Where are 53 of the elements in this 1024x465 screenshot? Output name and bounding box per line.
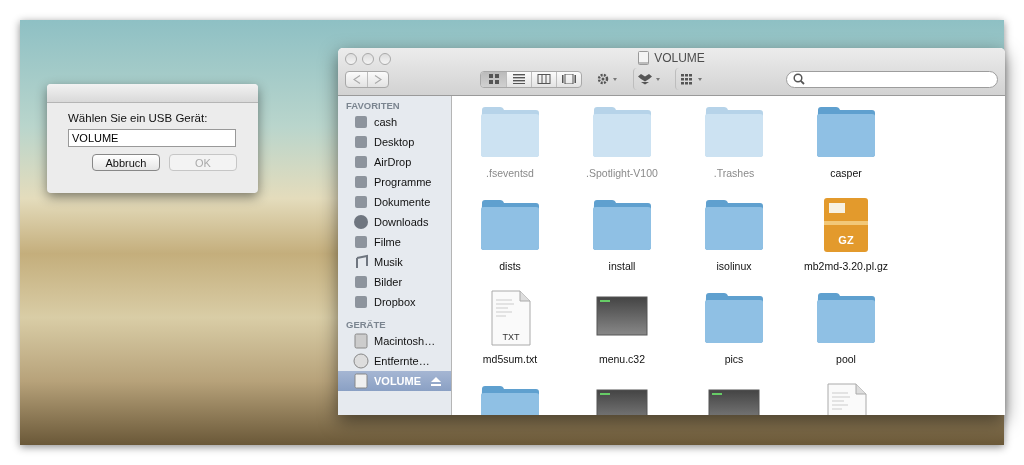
drive-icon	[353, 373, 369, 389]
eject-icon[interactable]	[431, 376, 442, 386]
drive-icon	[638, 51, 650, 65]
file-name: dists	[499, 260, 521, 272]
file-name: .Spotlight-V100	[586, 167, 658, 179]
file-name: menu.c32	[598, 353, 646, 365]
sidebar-item[interactable]: Musik	[338, 252, 451, 272]
gear-icon	[596, 73, 619, 85]
window-title: VOLUME	[654, 51, 705, 65]
search-icon	[793, 73, 805, 85]
folder-icon[interactable]	[702, 104, 766, 160]
grid-icon	[680, 73, 704, 85]
sidebar-item[interactable]: Programme	[338, 172, 451, 192]
sidebar-item[interactable]: Dropbox	[338, 292, 451, 312]
sidebar-item[interactable]: Bilder	[338, 272, 451, 292]
input-field[interactable]: VOLUME	[68, 129, 236, 147]
file-name: casper	[830, 167, 862, 179]
zoom-button[interactable]	[379, 53, 391, 65]
file-name: .fseventsd	[486, 167, 534, 179]
dialog-button[interactable]: Abbruch	[92, 154, 160, 171]
prompt-text: Wählen Sie ein USB Gerät:	[68, 112, 209, 124]
sidebar-item[interactable]: AirDrop	[338, 152, 451, 172]
sidebar-heading: GERÄTE	[345, 318, 387, 331]
file-name: mb2md-3.20.pl.gz	[803, 260, 888, 272]
file-name: install	[608, 260, 636, 272]
sidebar-item[interactable]: cash	[338, 112, 451, 132]
sidebar-item[interactable]: Macintosh…	[338, 331, 451, 351]
file-name: pool	[836, 353, 856, 365]
search-field[interactable]	[786, 70, 998, 88]
sidebar-item[interactable]: Downloads	[338, 212, 451, 232]
folder-icon[interactable]	[590, 104, 654, 160]
disc-icon	[353, 353, 369, 369]
folder-icon[interactable]	[814, 104, 878, 160]
folder-icon[interactable]	[702, 197, 766, 253]
sidebar-item[interactable]: Filme	[338, 232, 451, 252]
file-name: .Trashes	[713, 167, 755, 179]
folder-icon[interactable]	[814, 290, 878, 346]
close-button[interactable]	[345, 53, 357, 65]
sidebar-item[interactable]: Dokumente	[338, 192, 451, 212]
file-type-label: TXT	[502, 332, 520, 342]
sidebar-heading: FAVORITEN	[345, 99, 401, 112]
minimize-button[interactable]	[362, 53, 374, 65]
grid-view-icon[interactable]	[481, 71, 506, 87]
folder-icon[interactable]	[478, 104, 542, 160]
file-type-label: GZ	[838, 234, 854, 246]
file-name: isolinux	[716, 260, 752, 272]
folder-icon[interactable]	[478, 197, 542, 253]
folder-icon[interactable]	[702, 290, 766, 346]
sidebar-item[interactable]: Entfernte…	[338, 351, 451, 371]
file-name: pics	[724, 353, 744, 365]
folder-icon[interactable]	[590, 197, 654, 253]
sidebar-item[interactable]: Desktop	[338, 132, 451, 152]
file-name: md5sum.txt	[482, 353, 538, 365]
